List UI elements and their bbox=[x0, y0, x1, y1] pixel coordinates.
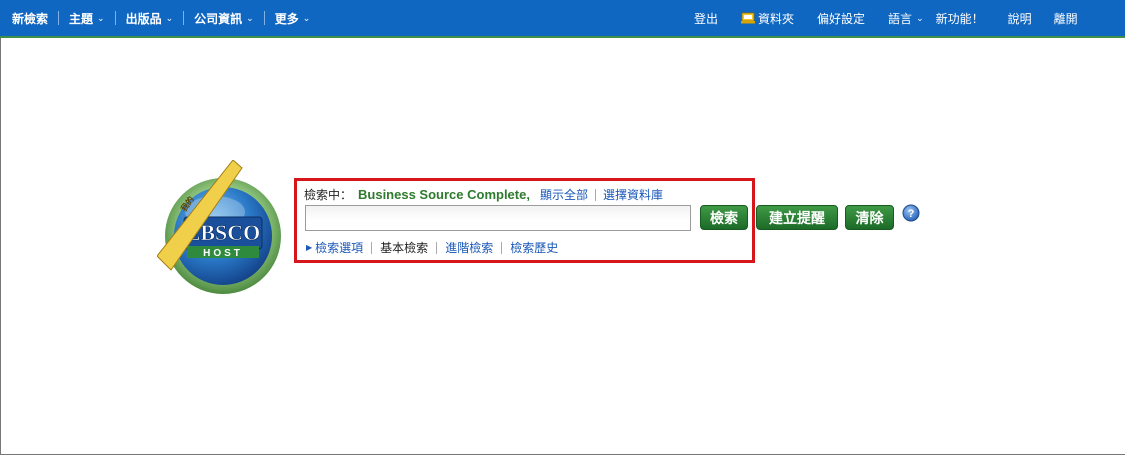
nav-preferences-label: 偏好設定 bbox=[817, 11, 866, 26]
search-history-link[interactable]: 檢索歷史 bbox=[510, 239, 558, 256]
nav-more-label: 更多 bbox=[274, 11, 299, 26]
nav-folder-label: 資料夾 bbox=[758, 11, 795, 26]
nav-company-info[interactable]: 公司資訊 ⌄ bbox=[194, 10, 254, 27]
nav-subjects[interactable]: 主題 ⌄ bbox=[69, 10, 105, 27]
chevron-down-icon: ⌄ bbox=[165, 14, 174, 24]
svg-text:?: ? bbox=[908, 208, 915, 220]
nav-preferences[interactable]: 偏好設定 bbox=[817, 10, 865, 27]
nav-company-info-label: 公司資訊 bbox=[194, 11, 243, 26]
link-separator bbox=[501, 241, 503, 254]
nav-more[interactable]: 更多 ⌄ bbox=[275, 10, 311, 27]
nav-help-label: 說明 bbox=[1007, 11, 1032, 26]
chevron-down-icon: ⌄ bbox=[97, 14, 105, 24]
link-separator bbox=[436, 241, 438, 254]
nav-publications[interactable]: 出版品 ⌄ bbox=[126, 10, 174, 27]
search-button[interactable]: 檢索 bbox=[700, 205, 748, 230]
advanced-search-link[interactable]: 進階檢索 bbox=[445, 239, 493, 256]
database-name: Business Source Complete, bbox=[358, 187, 530, 202]
nav-exit-label: 離開 bbox=[1053, 11, 1078, 26]
choose-database-link[interactable]: 選擇資料庫 bbox=[603, 186, 663, 203]
nav-help[interactable]: 說明 bbox=[1008, 10, 1032, 27]
nav-right: 登出 資料夾 偏好設定 語言 ⌄ 新功能！ 說明 離開 bbox=[694, 0, 1078, 36]
chevron-down-icon: ⌄ bbox=[246, 14, 254, 24]
top-nav-bar: 新檢索 主題 ⌄ 出版品 ⌄ 公司資訊 ⌄ 更多 ⌄ 登出 資料夾 偏好設定 語言 ⌄ 新… bbox=[0, 0, 1125, 38]
nav-sign-out-label: 登出 bbox=[694, 11, 719, 26]
nav-separator bbox=[183, 11, 185, 25]
create-alert-button[interactable]: 建立提醒 bbox=[756, 205, 838, 230]
chevron-down-icon: ⌄ bbox=[302, 14, 311, 24]
searching-label: 檢索中： bbox=[304, 188, 353, 202]
nav-separator bbox=[58, 11, 60, 25]
nav-separator bbox=[114, 11, 116, 25]
basic-search-tab[interactable]: 基本檢索 bbox=[380, 239, 428, 256]
search-input[interactable] bbox=[305, 205, 691, 231]
nav-left: 新檢索 主題 ⌄ 出版品 ⌄ 公司資訊 ⌄ 更多 ⌄ bbox=[12, 0, 310, 36]
nav-new-search[interactable]: 新檢索 bbox=[12, 10, 48, 27]
nav-folder[interactable]: 資料夾 bbox=[741, 10, 794, 27]
show-all-link[interactable]: 顯示全部 bbox=[540, 186, 588, 203]
link-separator bbox=[371, 241, 373, 254]
nav-new-features-label: 新功能！ bbox=[935, 11, 984, 26]
help-icon[interactable]: ? bbox=[902, 204, 920, 222]
ebsco-host-logo: EBSCO HOST 我的 bbox=[157, 160, 281, 294]
nav-sign-out[interactable]: 登出 bbox=[694, 10, 718, 27]
nav-subjects-label: 主題 bbox=[69, 11, 94, 26]
nav-publications-label: 出版品 bbox=[125, 11, 162, 26]
nav-new-search-label: 新檢索 bbox=[12, 11, 49, 26]
search-panel: 檢索中： Business Source Complete, 顯示全部 選擇資料… bbox=[294, 178, 755, 263]
clear-button[interactable]: 清除 bbox=[845, 205, 894, 230]
search-options-link[interactable]: 檢索選項 bbox=[315, 239, 363, 256]
triangle-right-icon: ▶ bbox=[306, 243, 313, 252]
nav-new-features[interactable]: 新功能！ bbox=[936, 10, 984, 27]
folder-icon bbox=[741, 12, 756, 24]
logo-sub-text: HOST bbox=[203, 248, 243, 259]
nav-language-label: 語言 bbox=[888, 11, 913, 26]
nav-exit[interactable]: 離開 bbox=[1054, 10, 1078, 27]
link-separator bbox=[594, 188, 596, 201]
search-mode-row: ▶ 檢索選項 基本檢索 進階檢索 檢索歷史 bbox=[306, 239, 558, 256]
chevron-down-icon: ⌄ bbox=[916, 14, 924, 24]
search-scope-row: 檢索中： Business Source Complete, 顯示全部 選擇資料… bbox=[304, 186, 663, 203]
nav-separator bbox=[263, 11, 265, 25]
nav-language[interactable]: 語言 ⌄ bbox=[888, 10, 924, 27]
